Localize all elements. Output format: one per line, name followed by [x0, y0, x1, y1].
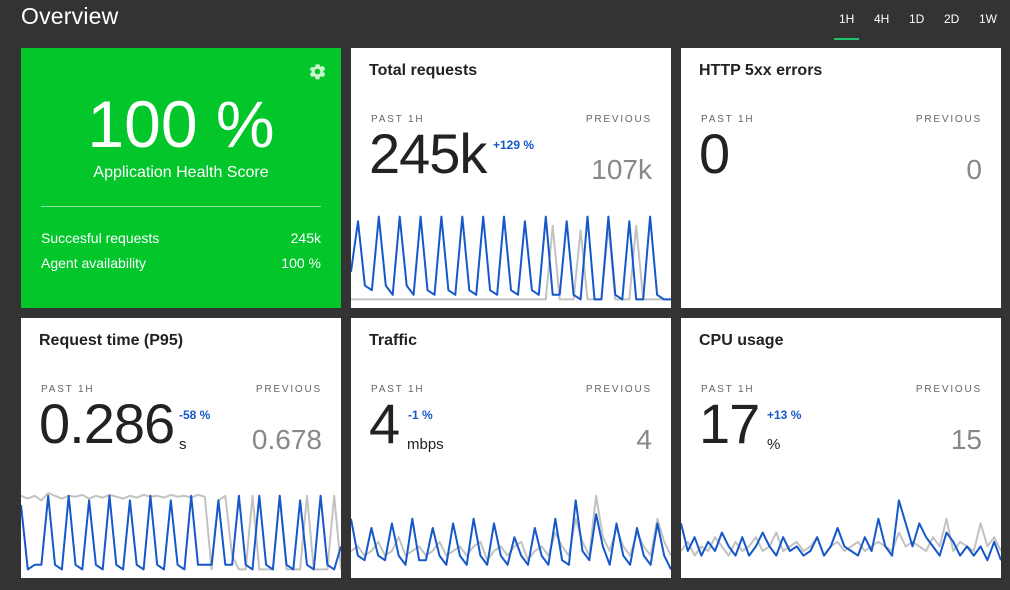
current-value: 4: [369, 392, 400, 455]
card-title: Request time (P95): [39, 332, 184, 349]
current-value: 17: [699, 392, 760, 455]
range-tab-1w[interactable]: 1W: [979, 12, 997, 26]
agent-availability-value: 100 %: [281, 255, 321, 271]
http-5xx-errors-card[interactable]: HTTP 5xx errors PAST 1H PREVIOUS 0 0: [681, 48, 1001, 308]
range-tab-1d[interactable]: 1D: [909, 12, 924, 26]
agent-availability-label: Agent availability: [41, 255, 147, 271]
health-score-card: 100 % Application Health Score Succesful…: [21, 48, 341, 308]
previous-value: 15: [950, 424, 982, 455]
current-value: 0: [699, 122, 730, 185]
health-score-value: 100 %: [87, 87, 275, 161]
value-unit: mbps: [407, 436, 444, 453]
current-value: 0.286: [39, 392, 175, 455]
gear-icon[interactable]: [308, 62, 327, 81]
current-value: 245k: [369, 122, 487, 185]
cpu-usage-card[interactable]: CPU usage PAST 1H PREVIOUS 17 +13 % % 15: [681, 318, 1001, 578]
previous-value: 0.678: [251, 424, 322, 455]
current-period-line: [351, 499, 671, 570]
selected-range-indicator: [834, 38, 859, 40]
previous-period-label: PREVIOUS: [915, 384, 982, 395]
successful-requests-value: 245k: [290, 230, 321, 246]
range-tab-2d[interactable]: 2D: [944, 12, 959, 26]
card-title: Traffic: [369, 332, 418, 349]
sparkline-chart: [681, 499, 1001, 562]
successful-requests-label: Succesful requests: [41, 230, 160, 246]
range-tab-4h[interactable]: 4H: [874, 12, 889, 26]
current-period-line: [21, 494, 341, 571]
health-divider: [41, 206, 321, 207]
change-percent: +13 %: [767, 408, 802, 422]
previous-value: 4: [636, 424, 652, 455]
range-tab-1h[interactable]: 1H: [839, 12, 854, 26]
previous-period-label: PREVIOUS: [915, 114, 982, 125]
change-percent: +129 %: [493, 138, 535, 152]
sparkline-chart: [351, 215, 671, 301]
card-title: CPU usage: [699, 332, 784, 349]
value-unit: %: [767, 436, 781, 453]
total-requests-card[interactable]: Total requests PAST 1H PREVIOUS 245k +12…: [351, 48, 671, 308]
time-range-selector: 1H 4H 1D 2D 1W: [830, 0, 1010, 42]
previous-period-label: PREVIOUS: [255, 384, 322, 395]
sparkline-chart: [21, 492, 341, 571]
card-title: HTTP 5xx errors: [699, 62, 823, 79]
change-percent: -1 %: [408, 408, 433, 422]
page-title: Overview: [21, 3, 119, 29]
sparkline-chart: [351, 494, 671, 570]
traffic-card[interactable]: Traffic PAST 1H PREVIOUS 4 -1 % mbps 4: [351, 318, 671, 578]
health-score-label: Application Health Score: [93, 164, 269, 181]
previous-value: 0: [966, 154, 982, 185]
value-unit: s: [179, 436, 187, 453]
current-period-line: [351, 215, 671, 301]
card-title: Total requests: [369, 62, 478, 79]
previous-period-label: PREVIOUS: [585, 114, 652, 125]
previous-period-label: PREVIOUS: [585, 384, 652, 395]
change-percent: -58 %: [179, 408, 211, 422]
request-time-card[interactable]: Request time (P95) PAST 1H PREVIOUS 0.28…: [21, 318, 341, 578]
previous-value: 107k: [591, 154, 652, 185]
